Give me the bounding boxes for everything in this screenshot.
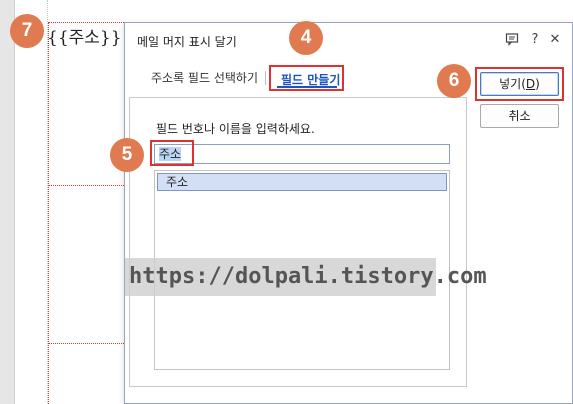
annotation-badge-7: 7 <box>10 14 44 48</box>
document-guide-line-vertical <box>48 22 49 404</box>
comment-icon[interactable] <box>504 32 520 48</box>
tab-separator <box>265 71 266 85</box>
annotation-badge-4: 4 <box>289 21 323 55</box>
dialog-title: 메일 머지 표시 달기 <box>137 35 237 49</box>
create-field-panel: 필드 번호나 이름을 입력하세요. 주소 주소 <box>129 97 467 387</box>
insert-button-highlight-box <box>475 67 564 101</box>
document-guide-line-middle <box>48 185 124 186</box>
document-margin <box>15 0 48 404</box>
tab-select-address-field[interactable]: 주소록 필드 선택하기 <box>151 69 258 86</box>
tab-create-field-highlight: 필드 만들기 <box>269 65 344 91</box>
annotation-badge-6: 6 <box>437 64 471 98</box>
cancel-button[interactable]: 취소 <box>480 104 559 128</box>
close-icon[interactable]: ✕ <box>547 32 563 48</box>
comment-icon-svg <box>505 33 519 46</box>
watermark-url: https://dolpali.tistory.com <box>125 258 487 296</box>
dialog-tabs: 주소록 필드 선택하기 필드 만들기 <box>125 63 465 93</box>
document-merge-field-text[interactable]: {{주소}} <box>47 23 122 48</box>
field-input-prompt: 필드 번호나 이름을 입력하세요. <box>156 122 315 136</box>
field-name-input[interactable]: 주소 <box>154 144 450 164</box>
document-ruler-strip <box>0 0 15 404</box>
active-tab-underline <box>277 86 337 88</box>
help-icon[interactable]: ? <box>527 32 543 48</box>
dialog-titlebar[interactable]: 메일 머지 표시 달기 ? ✕ <box>125 23 572 57</box>
document-guide-line-bottom <box>48 343 124 344</box>
field-input-highlight-box <box>150 140 194 166</box>
annotation-badge-5: 5 <box>110 138 144 172</box>
mail-merge-mark-dialog: 메일 머지 표시 달기 ? ✕ 주소록 필드 선택하기 필드 만들기 필드 번호… <box>124 22 573 404</box>
list-item[interactable]: 주소 <box>157 173 447 191</box>
